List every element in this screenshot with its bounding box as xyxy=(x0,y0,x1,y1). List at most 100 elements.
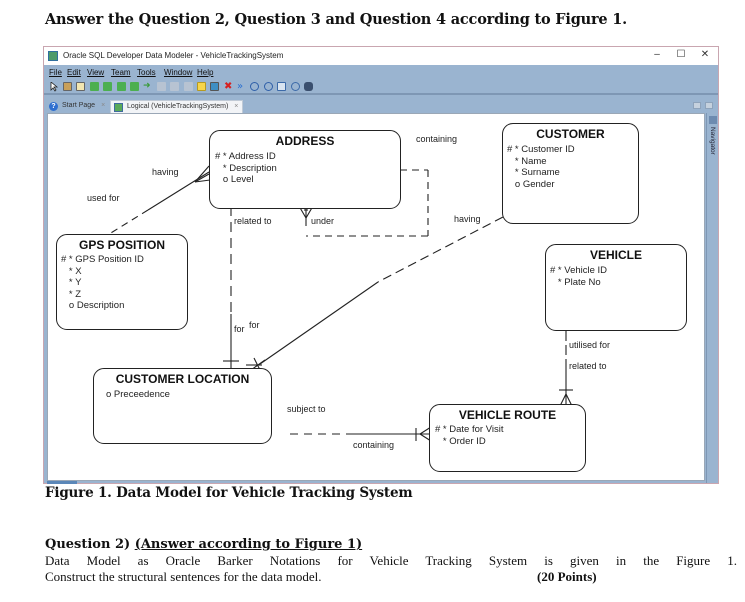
entity-name: ADDRESS xyxy=(275,134,335,148)
relation-11-icon[interactable] xyxy=(103,82,112,91)
picture-icon[interactable] xyxy=(210,82,219,91)
title-bar: Oracle SQL Developer Data Modeler - Vehi… xyxy=(44,47,718,65)
entity-attribute: # * GPS Position ID xyxy=(61,254,144,265)
rel-address-gps-dashed xyxy=(105,209,149,237)
rel-label-utilised-for: utilised for xyxy=(569,340,611,350)
menu-window[interactable]: Window xyxy=(164,68,192,77)
rel-label-related-to: related to xyxy=(569,361,607,371)
relation-1n-icon[interactable] xyxy=(90,82,99,91)
toolbar: ➜ ✖ » xyxy=(44,79,718,95)
question-line-1: Data Model as Oracle Barker Notations fo… xyxy=(45,553,737,568)
help-icon: ? xyxy=(49,102,58,111)
arrow-icon[interactable]: ➜ xyxy=(143,82,152,91)
rel-label-having: having xyxy=(152,167,179,177)
navigator-icon xyxy=(709,116,717,124)
tab-label: Start Page xyxy=(62,102,96,109)
rel-label-having: having xyxy=(454,214,481,224)
new-entity-icon[interactable] xyxy=(63,82,72,91)
menu-view[interactable]: View xyxy=(87,68,104,77)
find-icon[interactable] xyxy=(304,82,313,91)
tab-label: Logical (VehicleTrackingSystem) xyxy=(127,103,229,110)
tab-close-icon[interactable]: × xyxy=(101,102,105,109)
question-note: (Answer according to Figure 1) xyxy=(134,537,363,552)
entity-attribute: o Description xyxy=(61,300,125,311)
entity-attribute: # * Vehicle ID xyxy=(550,265,608,276)
navigator-panel[interactable]: Navigator xyxy=(706,113,718,483)
rel-label-for: for xyxy=(234,324,245,334)
menu-tools[interactable]: Tools xyxy=(137,68,156,77)
entity-attribute: * Surname xyxy=(507,167,560,178)
entity-vehicle-route[interactable]: VEHICLE ROUTE # * Date for Visit * Order… xyxy=(429,404,586,472)
zoom-in-icon[interactable] xyxy=(250,82,259,91)
close-button[interactable]: ✕ xyxy=(698,49,712,60)
entity-attribute: * Plate No xyxy=(550,276,601,288)
entity-vehicle[interactable]: VEHICLE # * Vehicle ID * Plate No xyxy=(545,244,687,331)
entity-address[interactable]: ADDRESS # * Address ID * Description o L… xyxy=(209,130,401,209)
data-modeler-window: Oracle SQL Developer Data Modeler - Vehi… xyxy=(43,46,719,484)
question-points: (20 Points) xyxy=(537,569,597,584)
app-icon xyxy=(48,51,58,61)
entity-name: VEHICLE ROUTE xyxy=(458,408,557,422)
entity-customer[interactable]: CUSTOMER # * Customer ID * Name * Surnam… xyxy=(502,123,639,224)
entity-attribute: * Name xyxy=(507,155,547,167)
rel-label-subject-to: subject to xyxy=(287,404,326,414)
entity-name: CUSTOMER LOCATION xyxy=(115,372,250,386)
restore-panel-button[interactable] xyxy=(705,102,713,109)
entity-name: VEHICLE xyxy=(589,248,642,262)
tab-list-button[interactable] xyxy=(693,102,701,109)
horizontal-scrollbar[interactable] xyxy=(47,481,77,484)
tab-close-icon[interactable]: × xyxy=(234,103,238,110)
question-line-2: Construct the structural sentences for t… xyxy=(45,569,322,584)
rel-label-used-for: used for xyxy=(87,193,120,203)
question-number: Question 2) xyxy=(45,537,131,552)
entity-name: GPS POSITION xyxy=(78,238,165,252)
entity-name: CUSTOMER xyxy=(536,127,605,141)
tab-start-page[interactable]: ? Start Page × xyxy=(46,100,109,113)
engineer-icon[interactable]: » xyxy=(237,82,246,92)
entity-gps-position[interactable]: GPS POSITION # * GPS Position ID * X * Y… xyxy=(56,234,188,330)
menu-file[interactable]: File xyxy=(49,68,62,77)
note-icon[interactable] xyxy=(197,82,206,91)
rel-address-gps-solid xyxy=(147,171,210,211)
page-heading: Answer the Question 2, Question 3 and Qu… xyxy=(45,11,628,28)
menu-help[interactable]: Help xyxy=(197,68,213,77)
entity-attribute: * X xyxy=(61,265,82,277)
logical-model-icon xyxy=(114,103,123,112)
minimize-button[interactable]: – xyxy=(650,49,664,60)
rel-label-for: for xyxy=(249,320,260,330)
disabled-1-icon xyxy=(157,82,166,91)
editor-tabs: ? Start Page × Logical (VehicleTrackingSy… xyxy=(44,97,718,113)
entity-attribute: * Description xyxy=(215,162,277,174)
relation-identifying-icon[interactable] xyxy=(130,82,139,91)
entity-attribute: * Y xyxy=(61,277,82,288)
menu-edit[interactable]: Edit xyxy=(67,68,81,77)
refresh-icon[interactable] xyxy=(291,82,300,91)
zoom-out-icon[interactable] xyxy=(264,82,273,91)
new-view-icon[interactable] xyxy=(76,82,85,91)
entity-attribute: * Z xyxy=(61,288,82,300)
maximize-button[interactable]: ☐ xyxy=(674,49,688,60)
question-title: Question 2) (Answer according to Figure … xyxy=(45,537,362,552)
diagram-canvas[interactable]: ADDRESS # * Address ID * Description o L… xyxy=(47,113,705,481)
entity-attribute: o Preceedence xyxy=(106,389,170,400)
relation-mn-icon[interactable] xyxy=(117,82,126,91)
entity-attribute: o Level xyxy=(215,174,254,185)
rel-label-under: under xyxy=(311,216,335,226)
rel-customer-custloc-solid xyxy=(259,281,379,365)
select-icon[interactable] xyxy=(50,82,59,92)
menu-team[interactable]: Team xyxy=(111,68,131,77)
disabled-2-icon xyxy=(170,82,179,91)
rel-customer-custloc-dashed xyxy=(377,216,504,283)
entity-customer-location[interactable]: CUSTOMER LOCATION o Preceedence xyxy=(93,368,272,444)
tab-logical-model[interactable]: Logical (VehicleTrackingSystem) × xyxy=(110,100,244,113)
entity-attribute: # * Address ID xyxy=(215,151,276,162)
fit-screen-icon[interactable] xyxy=(277,82,286,91)
delete-icon[interactable]: ✖ xyxy=(224,82,233,92)
disabled-3-icon xyxy=(184,82,193,91)
figure-caption: Figure 1. Data Model for Vehicle Trackin… xyxy=(45,485,413,501)
menu-bar: File Edit View Team Tools Window Help xyxy=(44,65,718,79)
window-title: Oracle SQL Developer Data Modeler - Vehi… xyxy=(63,51,284,60)
entity-attribute: o Gender xyxy=(507,178,555,190)
entity-attribute: # * Customer ID xyxy=(507,144,575,155)
entity-attribute: # * Date for Visit xyxy=(435,424,504,435)
